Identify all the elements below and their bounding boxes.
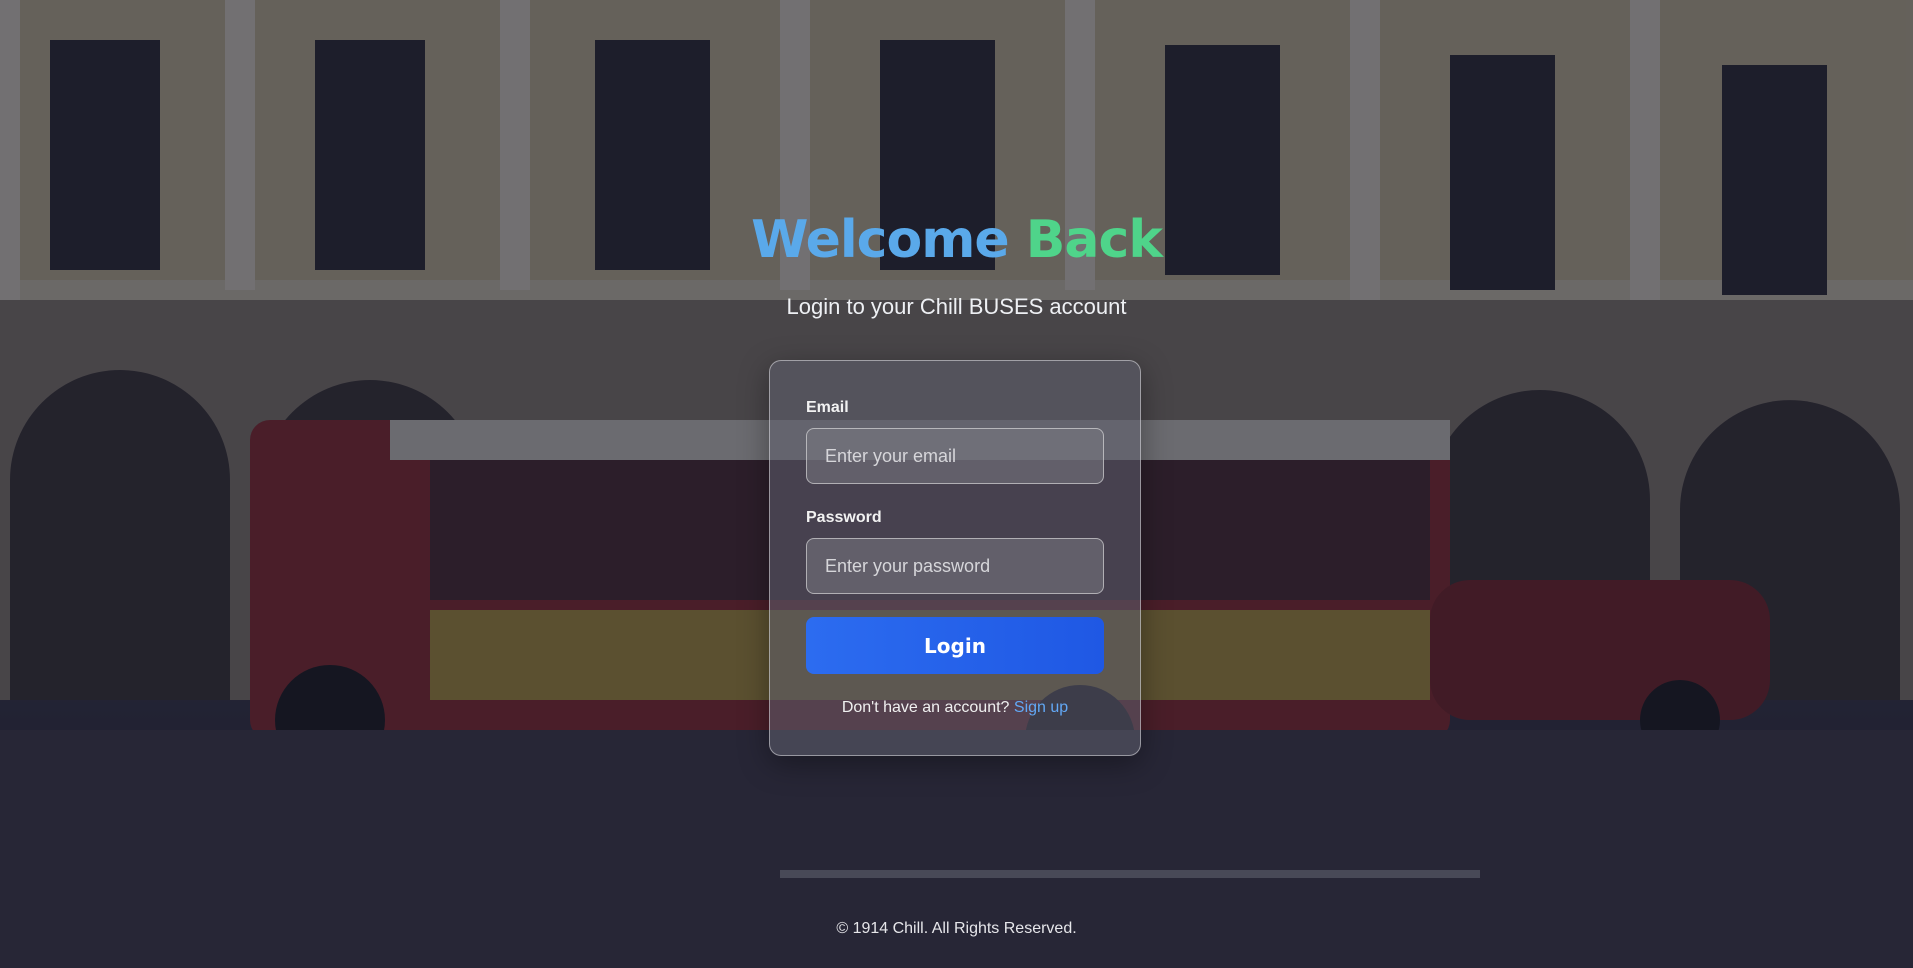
email-input[interactable] [806, 428, 1104, 484]
login-page: Welcome Back Login to your Chill BUSES a… [0, 0, 1913, 968]
page-title: Welcome Back [0, 205, 1913, 275]
page-subtitle: Login to your Chill BUSES account [786, 294, 1127, 319]
login-button[interactable]: Login [806, 617, 1104, 674]
page-title-back: Back [1025, 210, 1163, 270]
signup-prompt-row: Don't have an account? Sign up [770, 699, 1140, 717]
footer-copyright: © 1914 Chill. All Rights Reserved. [836, 920, 1077, 937]
password-input[interactable] [806, 538, 1104, 594]
login-card: Email Password Login Don't have an accou… [769, 360, 1141, 756]
email-label: Email [806, 399, 849, 416]
signup-prompt-text: Don't have an account? [841, 699, 1010, 716]
password-label: Password [806, 509, 882, 526]
page-title-welcome: Welcome [751, 210, 1010, 270]
signup-link[interactable]: Sign up [1014, 699, 1068, 716]
